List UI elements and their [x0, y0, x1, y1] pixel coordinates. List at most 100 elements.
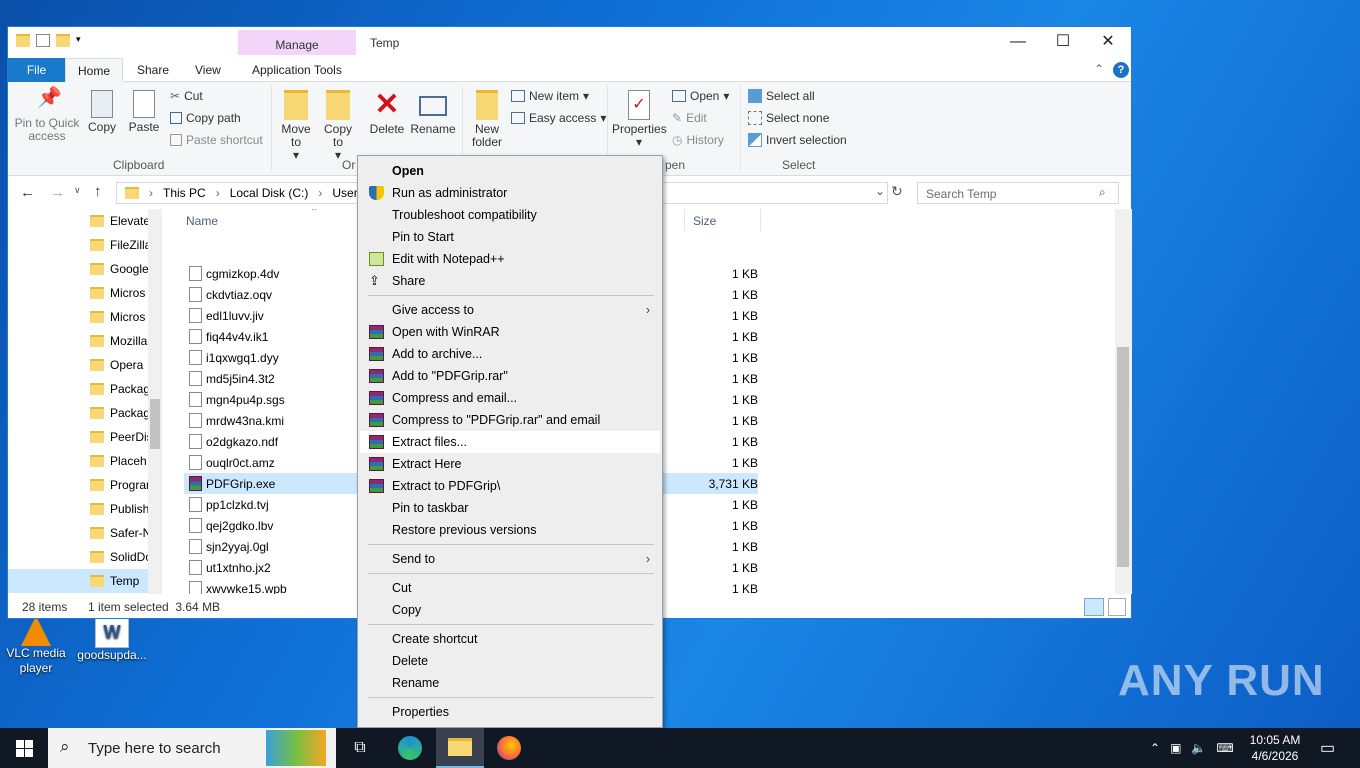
- keyboard-icon[interactable]: ⌨: [1216, 741, 1233, 755]
- rename-button[interactable]: Rename: [410, 90, 456, 136]
- file-explorer-button[interactable]: [436, 728, 484, 768]
- forward-arrow-icon[interactable]: →: [50, 184, 65, 201]
- menu-item-open-with-winrar[interactable]: Open with WinRAR: [360, 321, 660, 343]
- volume-icon[interactable]: 🔈: [1191, 741, 1206, 755]
- nav-item[interactable]: Packag: [90, 401, 150, 425]
- menu-item-copy[interactable]: Copy: [360, 599, 660, 621]
- back-arrow-icon[interactable]: ←: [20, 184, 35, 201]
- new-folder-button[interactable]: New folder: [470, 90, 504, 149]
- breadcrumb-this-pc[interactable]: This PC: [163, 186, 206, 200]
- address-dropdown-icon[interactable]: ⌄: [875, 184, 885, 198]
- new-folder-icon[interactable]: [56, 34, 70, 47]
- cut-button[interactable]: ✂ Cut: [170, 87, 203, 105]
- history-button[interactable]: ◷ History: [672, 131, 724, 149]
- details-view-icon[interactable]: [1084, 598, 1104, 616]
- tab-view[interactable]: View: [183, 58, 233, 82]
- menu-item-edit-with-notepad[interactable]: Edit with Notepad++: [360, 248, 660, 270]
- menu-item-pin-to-taskbar[interactable]: Pin to taskbar: [360, 497, 660, 519]
- menu-item-properties[interactable]: Properties: [360, 701, 660, 723]
- tab-file[interactable]: File: [8, 58, 65, 82]
- properties-check-icon[interactable]: [36, 34, 50, 47]
- nav-item[interactable]: Micros: [90, 305, 150, 329]
- select-none-button[interactable]: Select none: [748, 109, 829, 127]
- delete-button[interactable]: ✕ Delete: [369, 90, 405, 136]
- properties-button[interactable]: ✓ Properties ▾: [612, 90, 667, 149]
- tab-home[interactable]: Home: [65, 58, 123, 82]
- tab-share[interactable]: Share: [125, 58, 181, 82]
- menu-item-extract-here[interactable]: Extract Here: [360, 453, 660, 475]
- notification-icon[interactable]: ▭: [1320, 728, 1335, 768]
- nav-item[interactable]: Elevate: [90, 209, 150, 233]
- menu-item-pin-to-start[interactable]: Pin to Start: [360, 226, 660, 248]
- task-view-button[interactable]: ⧉: [336, 728, 384, 768]
- maximize-button[interactable]: ☐: [1040, 27, 1086, 58]
- nav-item[interactable]: Opera: [90, 353, 150, 377]
- menu-item-delete[interactable]: Delete: [360, 650, 660, 672]
- nav-item[interactable]: FileZilla: [90, 233, 150, 257]
- menu-item-extract-to-pdfgrip[interactable]: Extract to PDFGrip\: [360, 475, 660, 497]
- new-item-button[interactable]: New item ▾: [511, 87, 589, 105]
- up-arrow-icon[interactable]: ↑: [94, 183, 102, 200]
- menu-item-troubleshoot-compatibility[interactable]: Troubleshoot compatibility: [360, 204, 660, 226]
- clock[interactable]: 10:05 AM 4/6/2026: [1240, 728, 1310, 768]
- menu-item-add-to-pdfgrip-rar[interactable]: Add to "PDFGrip.rar": [360, 365, 660, 387]
- nav-item[interactable]: Placeh: [90, 449, 150, 473]
- menu-item-restore-previous-versions[interactable]: Restore previous versions: [360, 519, 660, 541]
- show-hidden-icons-chevron-up-icon[interactable]: ⌃: [1150, 741, 1160, 755]
- help-icon[interactable]: ?: [1113, 62, 1129, 78]
- menu-item-compress-to-pdfgrip-rar-and-email[interactable]: Compress to "PDFGrip.rar" and email: [360, 409, 660, 431]
- nav-item[interactable]: Google: [90, 257, 150, 281]
- paste-button[interactable]: Paste: [128, 90, 160, 134]
- nav-item[interactable]: Packag: [90, 377, 150, 401]
- open-button[interactable]: Open ▾: [672, 87, 729, 105]
- copy-button[interactable]: Copy: [86, 90, 118, 134]
- qat-dropdown-icon[interactable]: ▾: [76, 34, 84, 47]
- close-button[interactable]: ✕: [1085, 27, 1131, 58]
- desktop-icon-vlc[interactable]: VLC media player: [6, 616, 66, 676]
- menu-item-share[interactable]: ⇪ Share: [360, 270, 660, 292]
- edit-button[interactable]: ✎ Edit: [672, 109, 707, 127]
- menu-item-cut[interactable]: Cut: [360, 577, 660, 599]
- nav-item-selected[interactable]: Temp: [8, 569, 148, 593]
- nav-item[interactable]: PeerDis: [90, 425, 150, 449]
- start-button[interactable]: [0, 728, 48, 768]
- minimize-button[interactable]: —: [995, 27, 1041, 58]
- menu-item-create-shortcut[interactable]: Create shortcut: [360, 628, 660, 650]
- nav-scroll-thumb[interactable]: [150, 399, 160, 449]
- nav-item[interactable]: Publish: [90, 497, 150, 521]
- refresh-icon[interactable]: ↻: [891, 183, 903, 200]
- column-header-name[interactable]: Name: [186, 214, 218, 228]
- invert-selection-button[interactable]: Invert selection: [748, 131, 847, 149]
- desktop-icon-word-doc[interactable]: W goodsupda...: [76, 616, 148, 663]
- nav-item[interactable]: Progran: [90, 473, 150, 497]
- ribbon-collapse-icon[interactable]: ⌃: [1094, 62, 1104, 76]
- large-icons-view-icon[interactable]: [1108, 598, 1126, 616]
- firefox-button[interactable]: [485, 728, 533, 768]
- nav-item[interactable]: Micros: [90, 281, 150, 305]
- nav-item[interactable]: Safer-N: [90, 521, 150, 545]
- copy-to-button[interactable]: Copy to ▾: [321, 90, 355, 162]
- menu-item-send-to[interactable]: Send to ›: [360, 548, 660, 570]
- copy-path-button[interactable]: Copy path: [170, 109, 241, 127]
- select-all-button[interactable]: Select all: [748, 87, 815, 105]
- tab-application-tools[interactable]: Application Tools: [240, 58, 354, 82]
- menu-item-give-access-to[interactable]: Give access to ›: [360, 299, 660, 321]
- nav-item[interactable]: Mozilla: [90, 329, 150, 353]
- menu-item-run-as-administrator[interactable]: Run as administrator: [360, 182, 660, 204]
- menu-item-add-to-archive[interactable]: Add to archive...: [360, 343, 660, 365]
- menu-item-extract-files[interactable]: Extract files...: [360, 431, 660, 453]
- edge-button[interactable]: [386, 728, 434, 768]
- file-scroll-thumb[interactable]: [1117, 347, 1129, 567]
- column-header-size[interactable]: Size: [693, 214, 716, 228]
- menu-item-rename[interactable]: Rename: [360, 672, 660, 694]
- nav-item[interactable]: SolidDo: [90, 545, 150, 569]
- move-to-button[interactable]: Move to ▾: [279, 90, 313, 162]
- breadcrumb-local-disk[interactable]: Local Disk (C:): [230, 186, 309, 200]
- network-icon[interactable]: ▣: [1170, 741, 1181, 755]
- recent-chevron-down-icon[interactable]: ∨: [74, 185, 81, 196]
- pin-quick-access-button[interactable]: 📌 Pin to Quick access: [14, 88, 80, 143]
- paste-shortcut-button[interactable]: Paste shortcut: [170, 131, 263, 149]
- menu-item-open[interactable]: Open: [360, 160, 660, 182]
- easy-access-button[interactable]: Easy access ▾: [511, 109, 606, 127]
- search-input[interactable]: Search Temp: [917, 182, 1119, 204]
